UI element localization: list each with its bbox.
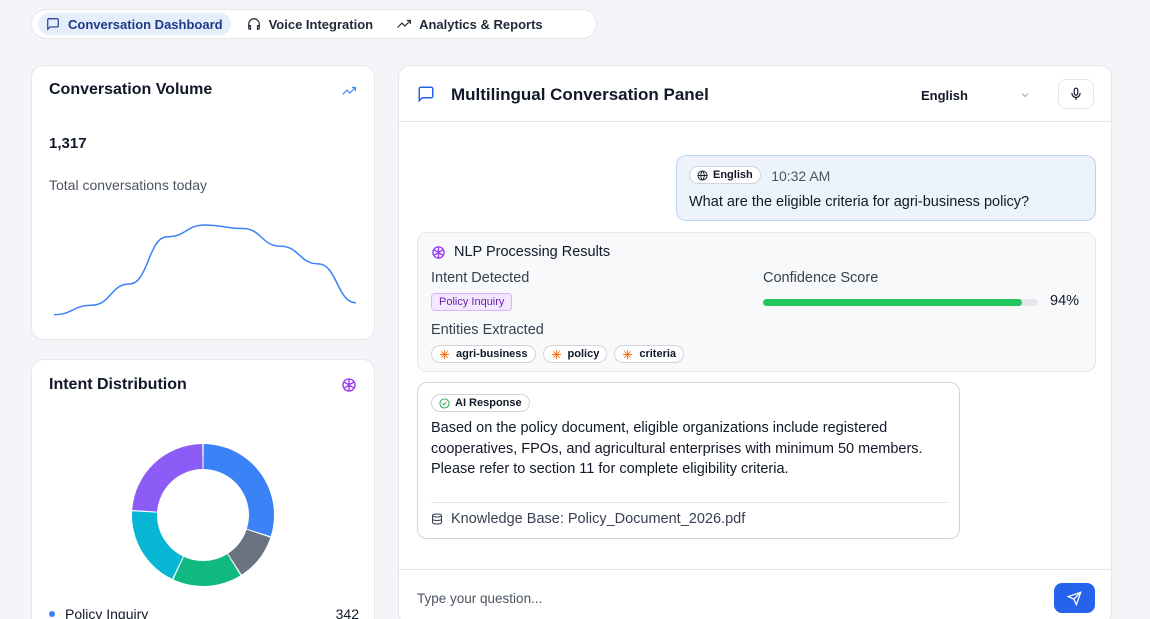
legend-dot (49, 611, 55, 617)
chevron-down-icon (1021, 93, 1029, 98)
intent-badge: Policy Inquiry (431, 293, 513, 311)
message-input-row (399, 569, 1111, 619)
intent-donut-chart (132, 444, 274, 586)
sparkle-icon (623, 349, 633, 359)
entity-label: agri-business (456, 348, 528, 360)
database-icon (432, 513, 442, 525)
brain-icon (432, 245, 445, 259)
legend-count: 342 (335, 606, 359, 619)
entity-chip: policy (542, 345, 608, 363)
conversation-count: 1,317 (49, 135, 87, 152)
nlp-header: NLP Processing Results (431, 244, 610, 260)
tab-voice-integration[interactable]: Voice Integration (239, 13, 382, 35)
knowledge-base-source: Knowledge Base: Policy_Document_2026.pdf (431, 511, 745, 527)
donut-segment (203, 444, 274, 537)
ai-response-chip: AI Response (431, 394, 530, 412)
nlp-results: NLP Processing Results Intent Detected P… (417, 232, 1096, 372)
volume-trend-chart (53, 224, 357, 316)
language-chip-label: English (713, 169, 753, 181)
entities-list: agri-business policy criteria (431, 345, 685, 363)
donut-segment (173, 554, 241, 586)
entities-label: Entities Extracted (431, 322, 544, 338)
message-time: 10:32 AM (771, 167, 831, 184)
message-square-icon (47, 18, 59, 31)
ai-response: AI Response Based on the policy document… (417, 382, 960, 539)
trending-up-icon (397, 19, 412, 28)
top-tab-bar: Conversation Dashboard Voice Integration… (31, 9, 597, 39)
globe-icon (697, 169, 708, 181)
tab-label: Analytics & Reports (419, 16, 543, 32)
confidence-bar-fill (763, 299, 1022, 306)
question-input[interactable] (417, 586, 1017, 610)
tab-analytics-reports[interactable]: Analytics & Reports (389, 13, 551, 35)
confidence-bar (763, 299, 1038, 306)
send-icon (1067, 590, 1082, 606)
card-title: Intent Distribution (49, 376, 187, 393)
nlp-title: NLP Processing Results (454, 244, 611, 260)
ai-response-chip-label: AI Response (455, 397, 522, 409)
legend-label: Policy Inquiry (65, 606, 149, 619)
confidence-value: 94% (1050, 293, 1080, 309)
sparkle-icon (439, 349, 450, 359)
conversation-volume-card: Conversation Volume 1,317 Total conversa… (31, 65, 375, 340)
language-select-value: English (921, 87, 968, 103)
headphones-icon (247, 18, 260, 30)
panel-title: Multilingual Conversation Panel (451, 85, 709, 104)
entity-chip: criteria (614, 345, 685, 363)
message-square-icon (418, 86, 434, 103)
language-select[interactable]: English (907, 81, 1045, 109)
card-title: Conversation Volume (49, 81, 213, 98)
entity-label: policy (567, 348, 600, 360)
microphone-icon (1071, 87, 1081, 100)
tab-label: Conversation Dashboard (68, 16, 223, 32)
entity-chip: agri-business (431, 345, 536, 363)
microphone-button[interactable] (1058, 79, 1094, 109)
volume-trend-line (53, 224, 357, 316)
user-message-text: What are the eligible criteria for agri-… (689, 193, 1030, 210)
tab-conversation-dashboard[interactable]: Conversation Dashboard (38, 13, 231, 35)
language-chip: English (689, 166, 761, 184)
intent-label: Intent Detected (431, 270, 530, 286)
tab-label: Voice Integration (268, 16, 374, 32)
donut-segment (132, 444, 203, 512)
trending-up-icon (342, 86, 356, 95)
sparkle-icon (551, 349, 561, 359)
panel-header: Multilingual Conversation Panel English (399, 66, 1111, 122)
brain-icon (342, 378, 356, 392)
knowledge-base-label: Knowledge Base: Policy_Document_2026.pdf (451, 511, 746, 527)
entity-label: criteria (639, 348, 677, 360)
check-circle-icon (439, 397, 450, 409)
send-button[interactable] (1054, 583, 1095, 613)
donut-segment (132, 511, 183, 579)
user-message: English 10:32 AM What are the eligible c… (676, 155, 1096, 221)
legend-item: Policy Inquiry 342 (49, 606, 359, 619)
intent-distribution-card: Intent Distribution Policy Inquiry 342 (31, 359, 375, 619)
conversation-panel: Multilingual Conversation Panel English … (398, 65, 1112, 619)
conversation-count-label: Total conversations today (49, 177, 207, 193)
confidence-label: Confidence Score (763, 270, 879, 286)
ai-response-text: Based on the policy document, eligible o… (431, 420, 923, 477)
divider (431, 502, 948, 503)
